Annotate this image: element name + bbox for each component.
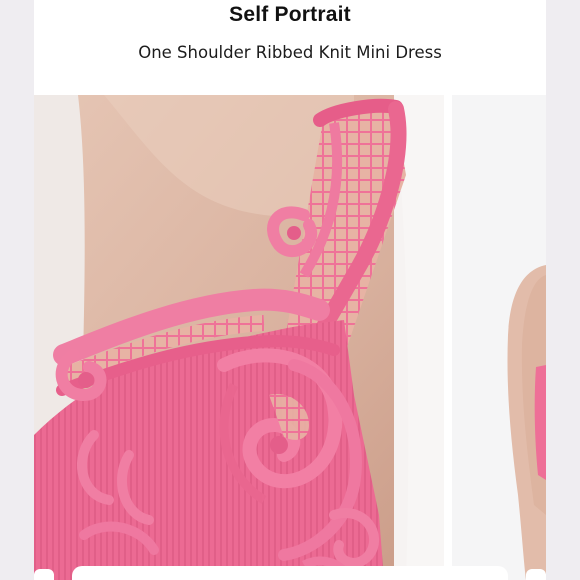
left-margin: [0, 0, 34, 580]
dress-closeup-illustration: [34, 95, 444, 580]
product-image-next[interactable]: [452, 95, 546, 580]
image-carousel[interactable]: [34, 95, 546, 580]
model-side-illustration: [452, 95, 546, 580]
bottom-action-bar[interactable]: [72, 566, 508, 580]
carousel-prev-control[interactable]: [34, 569, 54, 580]
carousel-gap: [444, 95, 452, 580]
carousel-next-control[interactable]: [526, 569, 546, 580]
right-margin: [546, 0, 580, 580]
product-header: Self Portrait One Shoulder Ribbed Knit M…: [34, 0, 546, 95]
product-image-main[interactable]: [34, 95, 444, 580]
brand-name[interactable]: Self Portrait: [34, 3, 546, 27]
product-title: One Shoulder Ribbed Knit Mini Dress: [138, 43, 442, 62]
listing-page: Self Portrait One Shoulder Ribbed Knit M…: [0, 0, 580, 580]
